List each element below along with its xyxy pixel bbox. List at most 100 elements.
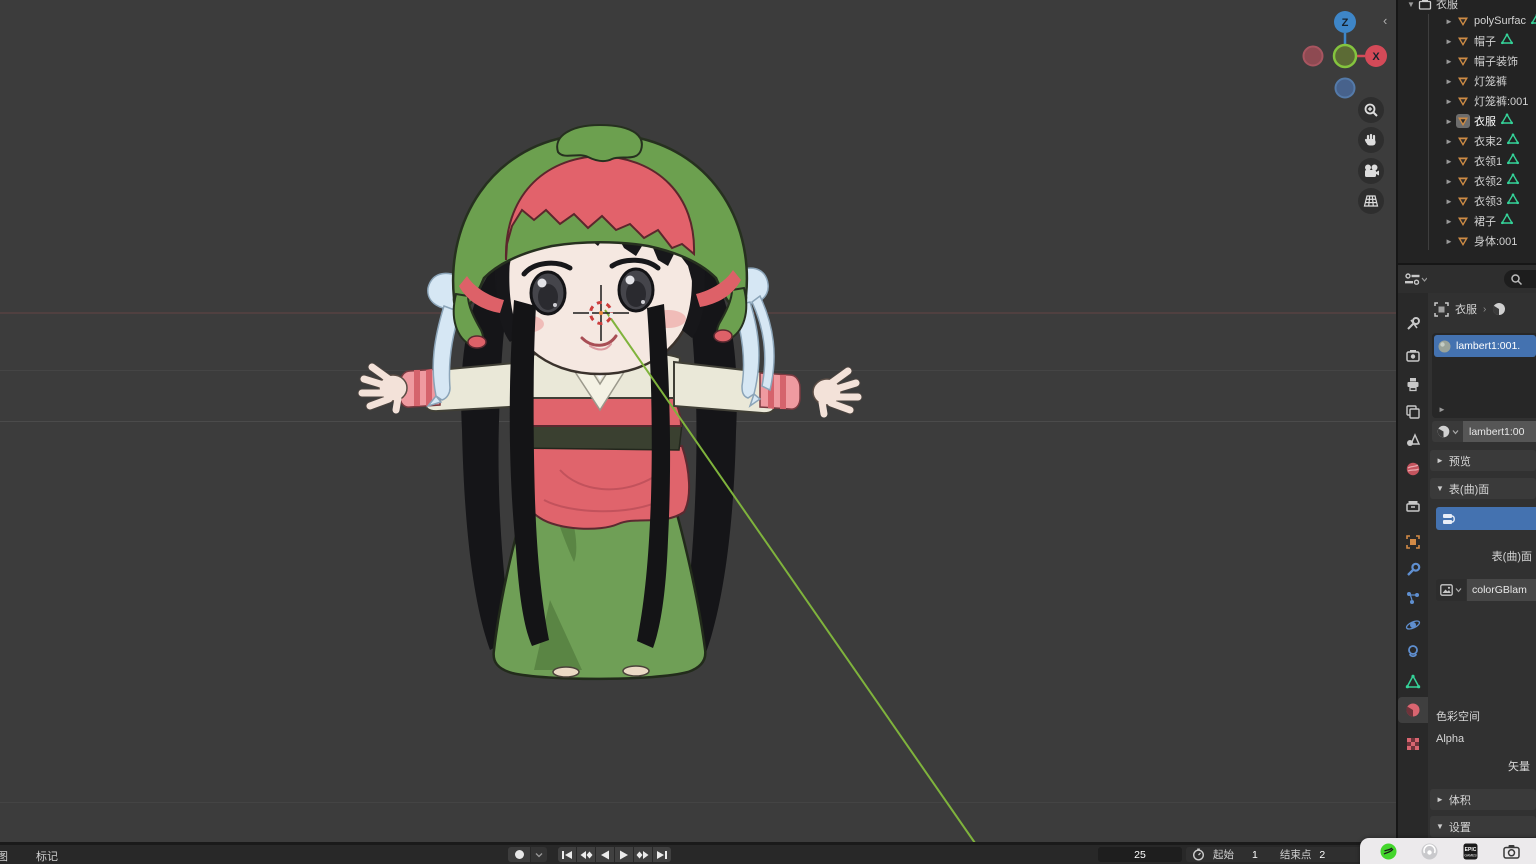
tab-collection-icon[interactable] bbox=[1398, 493, 1428, 519]
epic-games-icon[interactable]: EPICGAMES bbox=[1462, 843, 1479, 860]
tab-render-icon[interactable] bbox=[1398, 343, 1428, 369]
mesh-object-icon[interactable] bbox=[1456, 214, 1470, 228]
mesh-object-icon[interactable] bbox=[1456, 14, 1470, 28]
zoom-icon[interactable] bbox=[1358, 97, 1384, 123]
material-sphere-icon[interactable] bbox=[1492, 302, 1506, 316]
mesh-object-icon[interactable] bbox=[1456, 194, 1470, 208]
next-keyframe-button[interactable] bbox=[634, 847, 652, 862]
chevron-right-icon[interactable]: ► bbox=[1444, 97, 1454, 106]
chevron-right-icon[interactable]: ► bbox=[1444, 17, 1454, 26]
outliner-item-label: 帽子装饰 bbox=[1474, 53, 1518, 69]
mesh-object-icon[interactable] bbox=[1456, 74, 1470, 88]
tab-physics-icon[interactable] bbox=[1398, 612, 1428, 638]
search-input[interactable] bbox=[1504, 270, 1536, 288]
node-tree-icon bbox=[1442, 512, 1458, 526]
razer-synapse-icon[interactable] bbox=[1380, 843, 1397, 860]
chevron-right-icon[interactable]: ► bbox=[1444, 37, 1454, 46]
material-name-field[interactable]: lambert1:00 bbox=[1463, 421, 1536, 442]
tab-material-icon[interactable] bbox=[1398, 697, 1428, 723]
panel-volume[interactable]: ► 体积 bbox=[1430, 789, 1536, 810]
chevron-down-icon[interactable]: ▼ bbox=[1406, 0, 1416, 9]
chevron-right-icon[interactable]: ► bbox=[1444, 157, 1454, 166]
outliner-row[interactable]: ►裙子 bbox=[1398, 211, 1536, 231]
outliner-row[interactable]: ►polySurfac bbox=[1398, 11, 1536, 31]
play-reverse-button[interactable] bbox=[596, 847, 614, 862]
mesh-object-icon[interactable] bbox=[1456, 34, 1470, 48]
editor-type-button[interactable] bbox=[1403, 269, 1435, 289]
outliner-row[interactable]: ►衣领3 bbox=[1398, 191, 1536, 211]
panel-surface[interactable]: ▼ 表(曲)面 bbox=[1430, 478, 1536, 499]
pan-icon[interactable] bbox=[1358, 127, 1384, 153]
chevron-right-icon[interactable]: ► bbox=[1444, 177, 1454, 186]
chevron-right-icon[interactable]: ► bbox=[1444, 57, 1454, 66]
tab-modifiers-icon[interactable] bbox=[1398, 557, 1428, 583]
outliner-row[interactable]: ►帽子 bbox=[1398, 31, 1536, 51]
image-name-field[interactable]: colorGBlam bbox=[1467, 579, 1536, 601]
breadcrumb-object[interactable]: 衣服 bbox=[1455, 301, 1477, 317]
mesh-object-icon[interactable] bbox=[1456, 154, 1470, 168]
menu-marker[interactable]: 标记 bbox=[36, 848, 58, 864]
slot-list-expand-icon[interactable]: ► bbox=[1438, 405, 1446, 414]
chevron-right-icon[interactable]: ► bbox=[1444, 197, 1454, 206]
tab-world-icon[interactable] bbox=[1398, 456, 1428, 482]
tab-constraints-icon[interactable] bbox=[1398, 639, 1428, 665]
panel-settings-label: 设置 bbox=[1449, 819, 1471, 835]
chevron-right-icon[interactable]: ► bbox=[1444, 137, 1454, 146]
tab-particles-icon[interactable] bbox=[1398, 585, 1428, 611]
timeline-bar[interactable]: 图 标记 25 起始 1 bbox=[0, 842, 1536, 864]
material-preview-icon bbox=[1438, 340, 1451, 353]
tab-view-layer-icon[interactable] bbox=[1398, 399, 1428, 425]
outliner-row[interactable]: ►衣束2 bbox=[1398, 131, 1536, 151]
ubisoft-connect-icon[interactable] bbox=[1421, 843, 1438, 860]
material-slot-list[interactable]: lambert1:001. ► bbox=[1432, 333, 1536, 418]
mesh-object-icon[interactable] bbox=[1456, 134, 1470, 148]
mesh-object-icon[interactable] bbox=[1456, 174, 1470, 188]
outliner-panel[interactable]: ▼ 衣服 ►polySurfac►帽子►帽子装饰►灯笼裤►灯笼裤:001►衣服►… bbox=[1398, 0, 1536, 263]
chevron-right-icon[interactable]: ► bbox=[1444, 217, 1454, 226]
axis-neg-x-ball bbox=[1304, 47, 1323, 66]
current-frame-field[interactable]: 25 bbox=[1098, 847, 1182, 862]
browse-image-button[interactable] bbox=[1436, 579, 1466, 601]
collapse-panel-icon[interactable]: ‹ bbox=[1383, 14, 1387, 27]
outliner-row[interactable]: ►衣服 bbox=[1398, 111, 1536, 131]
tab-object-icon[interactable] bbox=[1398, 529, 1428, 555]
chevron-right-icon[interactable]: ► bbox=[1444, 237, 1454, 246]
camera-icon[interactable] bbox=[1503, 843, 1520, 860]
outliner-row[interactable]: ►灯笼裤:001 bbox=[1398, 91, 1536, 111]
tab-data-icon[interactable] bbox=[1398, 669, 1428, 695]
camera-view-icon[interactable] bbox=[1358, 158, 1384, 184]
panel-preview[interactable]: ► 预览 bbox=[1430, 450, 1536, 471]
mesh-object-icon[interactable] bbox=[1456, 54, 1470, 68]
tab-output-icon[interactable] bbox=[1398, 371, 1428, 397]
windows-taskbar[interactable]: EPICGAMES bbox=[1360, 838, 1536, 864]
jump-to-start-button[interactable] bbox=[558, 847, 576, 862]
outliner-row[interactable]: ►衣领1 bbox=[1398, 151, 1536, 171]
tab-scene-icon[interactable] bbox=[1398, 427, 1428, 453]
mesh-object-icon[interactable] bbox=[1456, 94, 1470, 108]
menu-view[interactable]: 图 bbox=[0, 848, 8, 864]
material-slot-selected[interactable]: lambert1:001. bbox=[1434, 335, 1536, 357]
outliner-row[interactable]: ►身体:001 bbox=[1398, 231, 1536, 251]
keying-dropdown[interactable] bbox=[531, 847, 547, 862]
play-button[interactable] bbox=[615, 847, 633, 862]
chevron-right-icon[interactable]: ► bbox=[1444, 77, 1454, 86]
navigation-gizmo[interactable]: Z X bbox=[1292, 8, 1396, 104]
panel-settings[interactable]: ▼ 设置 bbox=[1430, 816, 1536, 837]
use-nodes-button[interactable] bbox=[1436, 507, 1536, 530]
browse-material-button[interactable] bbox=[1432, 421, 1463, 442]
outliner-row[interactable]: ► 帽子装饰 bbox=[1398, 51, 1536, 71]
tab-texture-icon[interactable] bbox=[1398, 731, 1428, 757]
tab-tool-icon[interactable] bbox=[1398, 311, 1428, 337]
mesh-object-icon[interactable] bbox=[1456, 234, 1470, 248]
stopwatch-icon[interactable] bbox=[1192, 848, 1205, 861]
orthographic-grid-icon[interactable] bbox=[1358, 188, 1384, 214]
jump-to-end-button[interactable] bbox=[653, 847, 671, 862]
outliner-row[interactable]: ►灯笼裤 bbox=[1398, 71, 1536, 91]
chevron-right-icon[interactable]: ► bbox=[1444, 117, 1454, 126]
mesh-data-icon bbox=[1501, 212, 1513, 230]
mesh-object-icon[interactable] bbox=[1456, 114, 1470, 128]
previous-keyframe-button[interactable] bbox=[577, 847, 595, 862]
record-button[interactable] bbox=[508, 847, 530, 862]
3d-viewport[interactable]: Z X ‹ bbox=[0, 0, 1396, 845]
outliner-row[interactable]: ►衣领2 bbox=[1398, 171, 1536, 191]
